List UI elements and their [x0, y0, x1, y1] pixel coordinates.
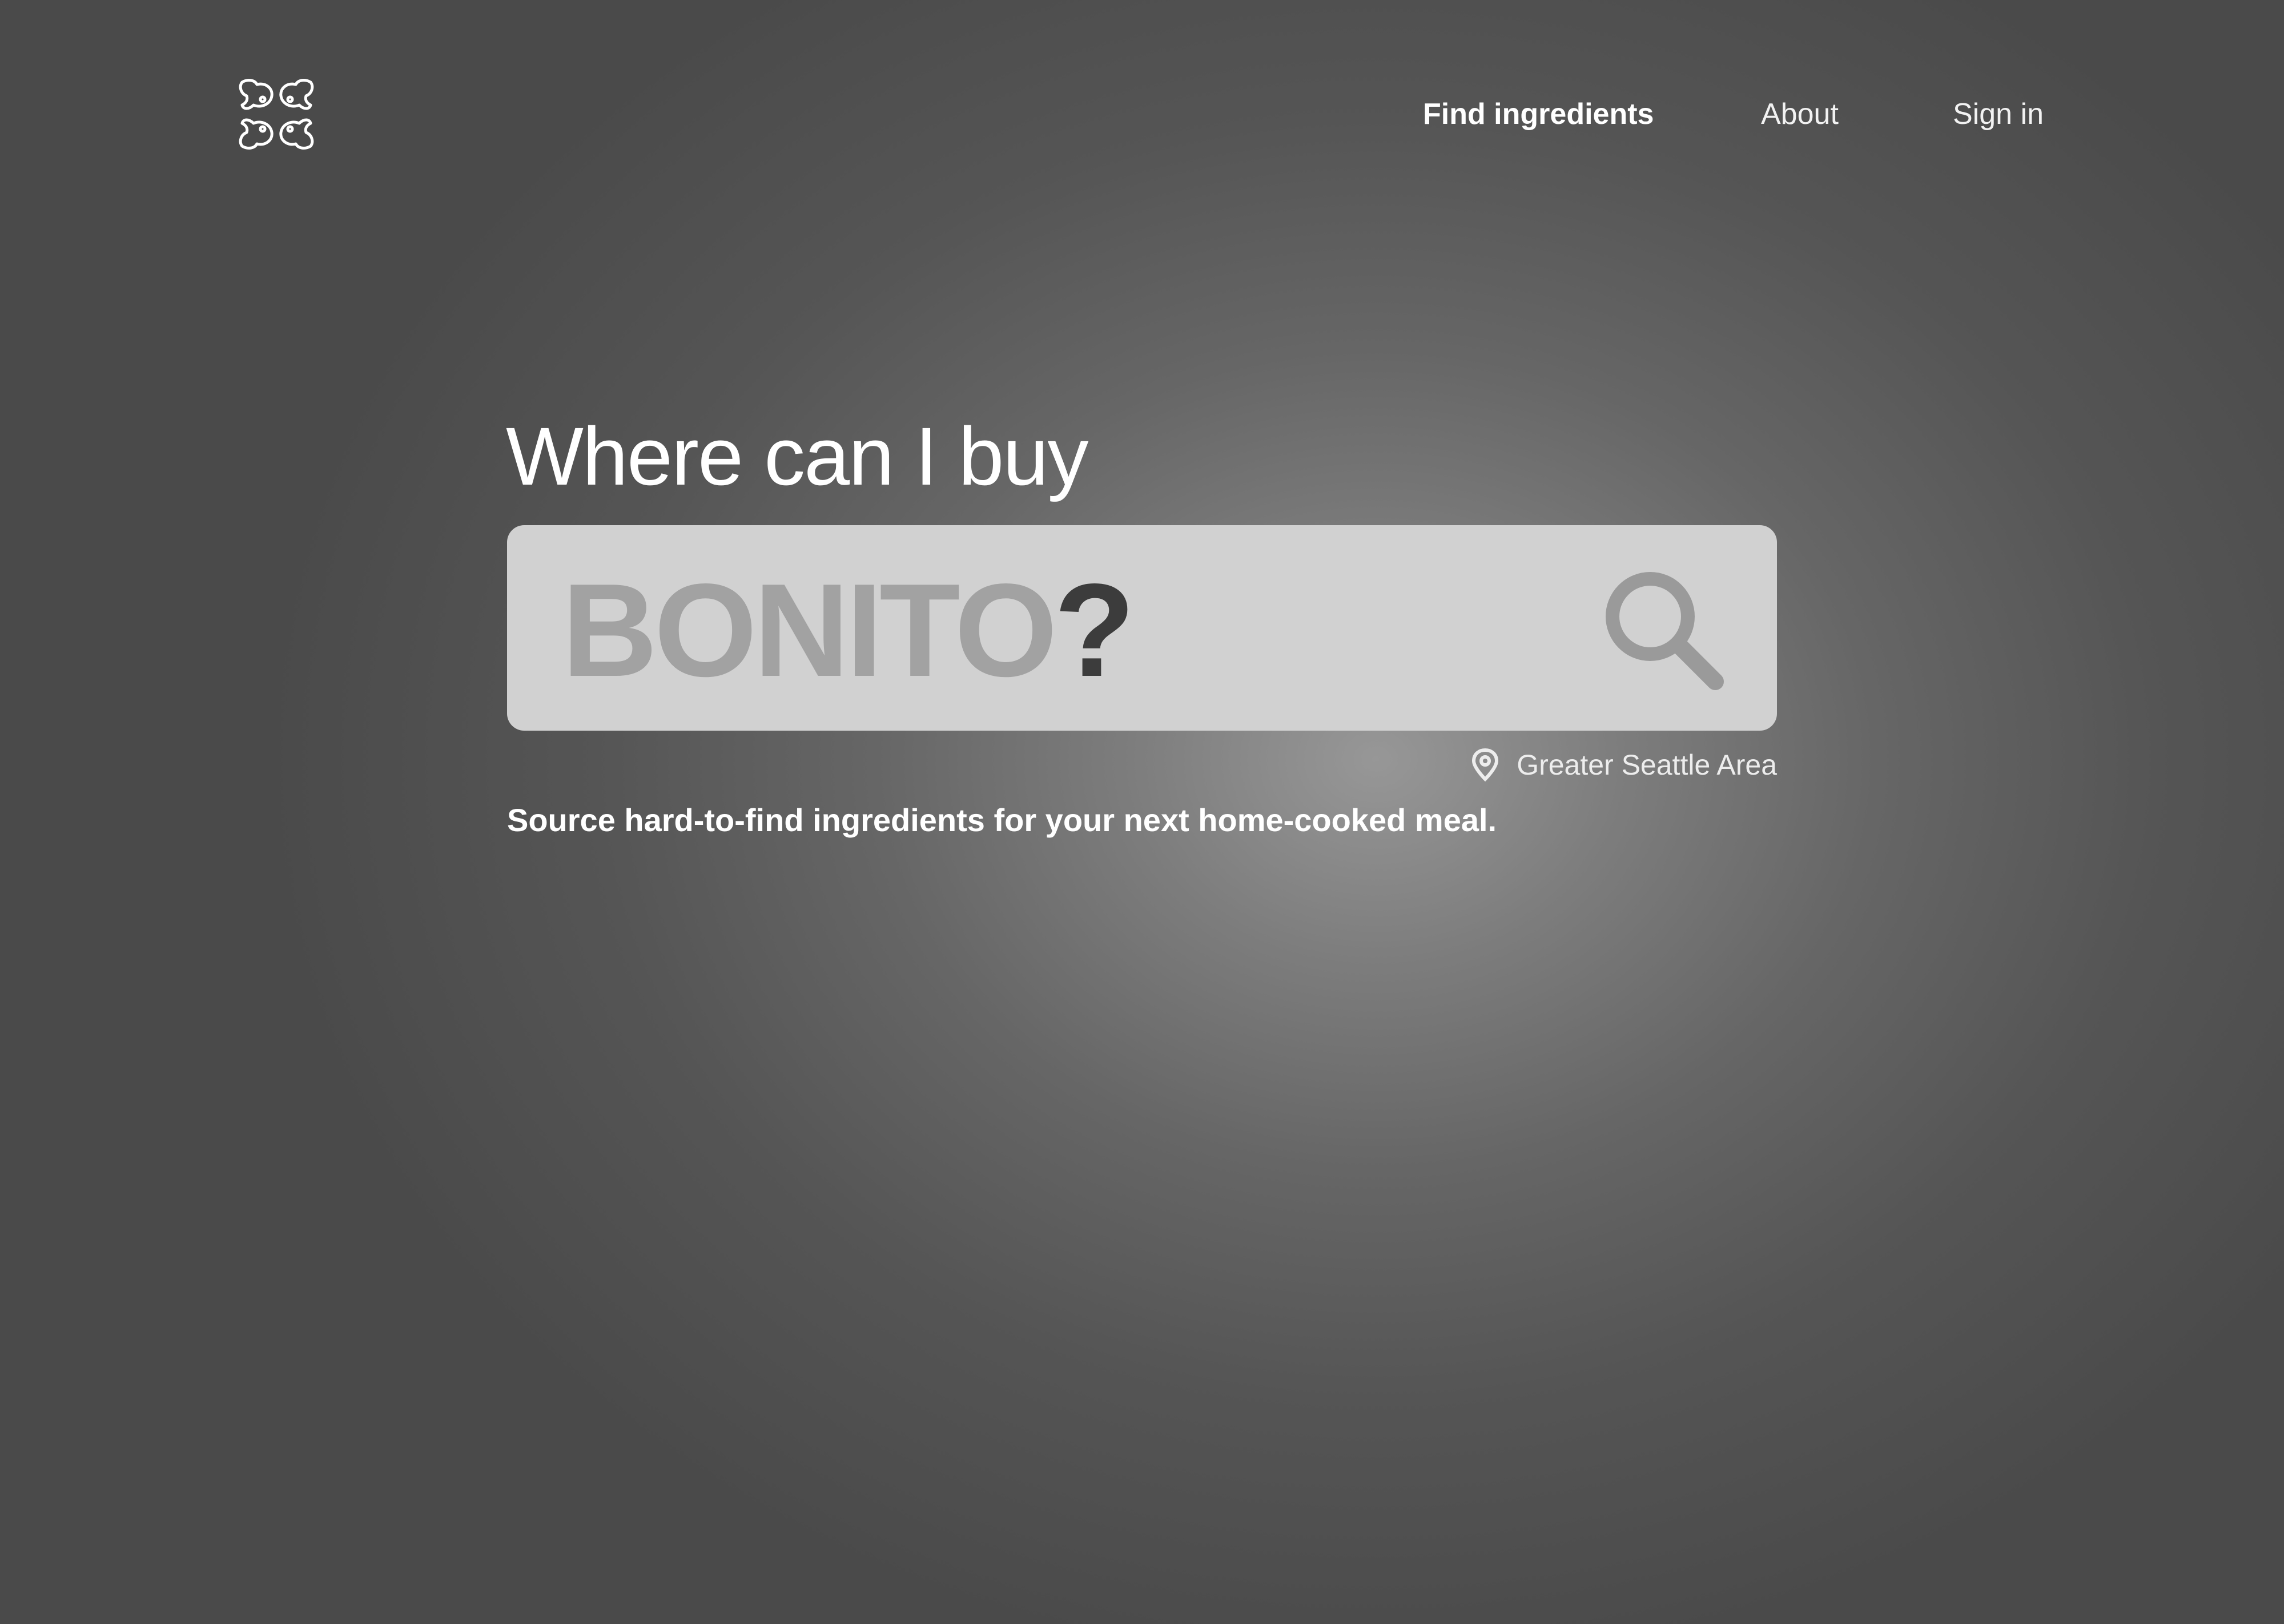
nav-about[interactable]: About: [1761, 91, 1839, 137]
nav-sign-in[interactable]: Sign in: [1953, 91, 2044, 137]
search-question-mark: ?: [1053, 557, 1135, 704]
search-icon: [1606, 572, 1724, 690]
search-input[interactable]: BONITO?: [562, 557, 1135, 704]
search-value: BONITO: [562, 557, 1057, 704]
logo[interactable]: [238, 74, 315, 154]
search-button[interactable]: [1603, 570, 1728, 694]
tagline: Source hard-to-find ingredients for your…: [507, 802, 1497, 838]
fish-logo-icon: [239, 79, 314, 150]
nav-find-ingredients[interactable]: Find ingredients: [1423, 91, 1654, 137]
search-box[interactable]: BONITO?: [507, 525, 1777, 731]
hero-heading: Where can I buy: [506, 410, 1088, 502]
location-selector[interactable]: Greater Seattle Area: [1471, 745, 1777, 785]
location-label: Greater Seattle Area: [1517, 749, 1777, 781]
map-pin-icon: [1471, 748, 1499, 781]
